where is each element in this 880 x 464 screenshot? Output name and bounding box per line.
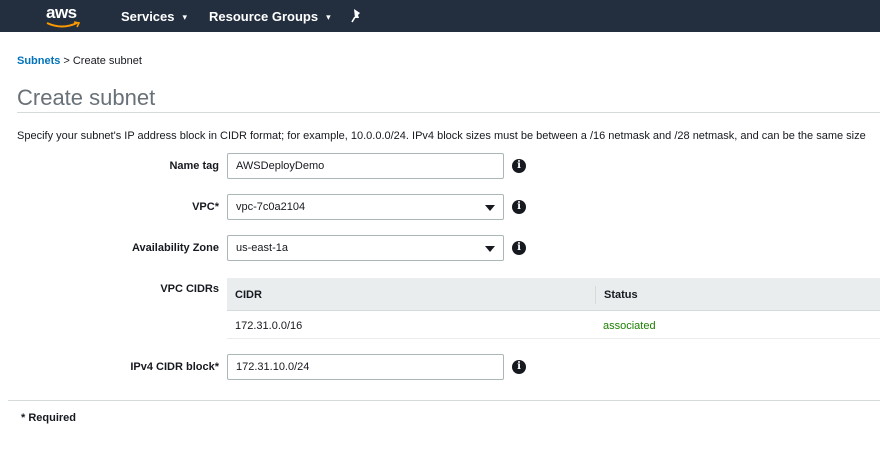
aws-logo-text: aws bbox=[46, 3, 77, 22]
column-divider bbox=[595, 286, 596, 304]
ipv4-cidr-label: IPv4 CIDR block* bbox=[130, 361, 219, 373]
vpc-cidrs-label: VPC CIDRs bbox=[160, 283, 219, 295]
chevron-down-icon: ▾ bbox=[326, 12, 331, 22]
page-title: Create subnet bbox=[17, 85, 156, 110]
table-header: CIDR Status bbox=[227, 278, 880, 311]
aws-logo[interactable]: aws bbox=[44, 2, 84, 30]
vpc-info-icon[interactable]: i bbox=[512, 200, 526, 214]
dropdown-arrow-icon bbox=[485, 205, 495, 211]
footer-divider bbox=[8, 400, 880, 401]
name-tag-info-icon[interactable]: i bbox=[512, 159, 526, 173]
vpc-select[interactable]: vpc-7c0a2104 bbox=[227, 194, 504, 220]
name-tag-input[interactable] bbox=[227, 153, 504, 179]
cidr-cell: 172.31.0.0/16 bbox=[235, 320, 303, 332]
breadcrumb: Subnets > Create subnet bbox=[17, 55, 142, 67]
page-description: Specify your subnet's IP address block i… bbox=[17, 130, 866, 142]
resource-groups-menu-label: Resource Groups bbox=[209, 9, 319, 24]
top-navigation-bar: aws Services ▾ Resource Groups ▾ bbox=[0, 0, 880, 32]
availability-zone-select[interactable]: us-east-1a bbox=[227, 235, 504, 261]
vpc-label: VPC* bbox=[192, 201, 219, 213]
breadcrumb-separator: > bbox=[63, 55, 70, 67]
services-menu-label: Services bbox=[121, 9, 175, 24]
title-divider bbox=[17, 112, 880, 113]
dropdown-arrow-icon bbox=[485, 246, 495, 252]
ipv4-cidr-input[interactable] bbox=[227, 354, 504, 380]
chevron-down-icon: ▾ bbox=[182, 12, 188, 22]
ipv4-cidr-info-icon[interactable]: i bbox=[512, 360, 526, 374]
breadcrumb-current: Create subnet bbox=[72, 55, 142, 67]
availability-zone-label: Availability Zone bbox=[131, 242, 219, 254]
column-header-cidr: CIDR bbox=[235, 289, 262, 301]
required-note: * Required bbox=[21, 412, 77, 424]
resource-groups-menu[interactable]: Resource Groups ▾ bbox=[209, 9, 331, 24]
column-header-status: Status bbox=[604, 289, 638, 301]
availability-zone-info-icon[interactable]: i bbox=[512, 241, 526, 255]
vpc-select-value: vpc-7c0a2104 bbox=[236, 201, 306, 213]
status-cell: associated bbox=[603, 320, 656, 332]
name-tag-label: Name tag bbox=[169, 160, 219, 172]
table-row: 172.31.0.0/16 associated bbox=[227, 311, 880, 339]
aws-smile-icon bbox=[46, 21, 81, 28]
breadcrumb-subnets-link[interactable]: Subnets bbox=[17, 55, 60, 67]
availability-zone-select-value: us-east-1a bbox=[236, 242, 288, 254]
services-menu[interactable]: Services ▾ bbox=[121, 9, 187, 24]
pin-icon[interactable] bbox=[349, 8, 363, 24]
